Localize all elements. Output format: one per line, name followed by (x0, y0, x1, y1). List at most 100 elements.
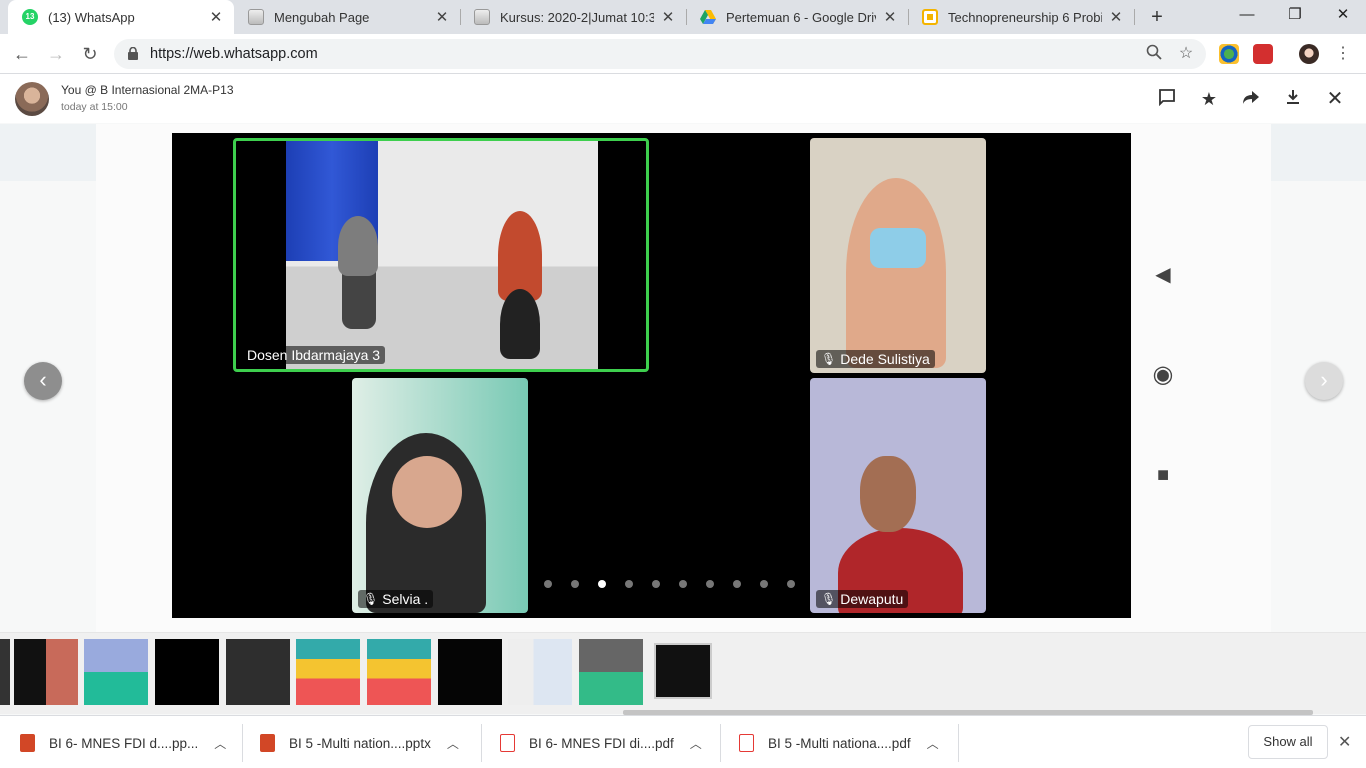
media-thumbnail[interactable] (0, 639, 10, 705)
download-filename: BI 6- MNES FDI d....pp... (49, 735, 199, 751)
media-thumbnail[interactable] (14, 639, 78, 705)
new-tab-button[interactable]: + (1145, 5, 1169, 29)
video-tile-selvia: 🎙 Selvia . (352, 378, 528, 613)
forward-button[interactable]: → (44, 42, 68, 66)
video-tile-dewaputu: 🎙 Dewaputu (810, 378, 986, 613)
star-icon[interactable]: ☆ (1176, 44, 1196, 64)
reload-button[interactable]: ↻ (78, 42, 102, 66)
back-button[interactable]: ← (10, 42, 34, 66)
forward-button[interactable] (1240, 88, 1262, 110)
close-tab-icon[interactable]: ✕ (1108, 8, 1124, 26)
page-dot (544, 580, 552, 588)
previous-media-button[interactable]: ‹ (24, 362, 62, 400)
extension-icon[interactable] (1219, 44, 1239, 64)
next-media-button[interactable]: › (1305, 362, 1343, 400)
download-item[interactable]: BI 5 -Multi nationa....pdf ︿ (739, 732, 939, 754)
whatsapp-icon: 13 (22, 9, 38, 25)
tab-whatsapp[interactable]: 13 (13) WhatsApp ✕ (8, 0, 234, 34)
close-tab-icon[interactable]: ✕ (208, 8, 224, 26)
media-thumbnail[interactable] (84, 639, 148, 705)
pdf-file-icon (500, 734, 515, 752)
profile-avatar[interactable] (1299, 44, 1319, 64)
download-shelf: BI 6- MNES FDI d....pp... ︿ BI 5 -Multi … (0, 715, 1366, 768)
media-image: Dosen Ibdarmajaya 3 🎙 Dede Sulistiya 🎙 S… (172, 133, 1131, 618)
back-triangle-icon: ◀ (1155, 264, 1171, 286)
close-shelf-icon[interactable]: ✕ (1338, 732, 1351, 752)
participant-face (392, 456, 462, 528)
download-icon (1287, 90, 1299, 104)
download-item[interactable]: BI 6- MNES FDI di....pdf ︿ (500, 732, 702, 754)
url-text: https://web.whatsapp.com (150, 46, 318, 62)
forward-icon (1243, 91, 1259, 104)
media-thumbnail[interactable] (367, 639, 431, 705)
menu-kebab-icon[interactable]: ⋮ (1331, 42, 1355, 66)
tab-title: (13) WhatsApp (48, 9, 135, 25)
download-item[interactable]: BI 6- MNES FDI d....pp... ︿ (20, 732, 226, 754)
media-thumbnail[interactable] (579, 639, 643, 705)
divider (958, 724, 959, 762)
page-dot (571, 580, 579, 588)
page-icon (474, 9, 490, 25)
address-bar[interactable]: https://web.whatsapp.com ☆ (114, 39, 1206, 69)
page-icon (248, 9, 264, 25)
google-drive-icon (700, 9, 716, 25)
minimize-button[interactable]: — (1224, 0, 1270, 30)
media-thumbnail[interactable] (296, 639, 360, 705)
home-circle-icon: ◉ (1152, 361, 1174, 388)
go-to-message-button[interactable] (1156, 88, 1178, 110)
page-dot (652, 580, 660, 588)
tab-title: Pertemuan 6 - Google Drive (726, 9, 876, 25)
page-indicator (544, 580, 795, 588)
pdf-extension-icon[interactable] (1253, 44, 1273, 64)
pptx-file-icon (20, 734, 35, 752)
media-thumbnail-selected[interactable] (654, 643, 712, 699)
tab-mengubah-page[interactable]: Mengubah Page ✕ (234, 0, 460, 34)
participant-label: 🎙 Dewaputu (816, 590, 909, 608)
pdf-file-icon (739, 734, 754, 752)
lecturer-trousers (500, 289, 540, 359)
participant-name: Dosen Ibdarmajaya 3 (247, 347, 381, 363)
close-tab-icon[interactable]: ✕ (660, 8, 676, 26)
page-dot (733, 580, 741, 588)
tab-technopreneurship[interactable]: Technopreneurship 6 Probis ✕ (908, 0, 1134, 34)
recents-square-icon: ■ (1156, 464, 1170, 486)
close-tab-icon[interactable]: ✕ (882, 8, 898, 26)
video-tile-dede: 🎙 Dede Sulistiya (810, 138, 986, 373)
chevron-up-icon[interactable]: ︿ (214, 735, 226, 752)
download-item[interactable]: BI 5 -Multi nation....pptx ︿ (260, 732, 459, 754)
tab-strip: 13 (13) WhatsApp ✕ Mengubah Page ✕ Kursu… (0, 0, 1366, 34)
download-button[interactable] (1282, 88, 1304, 110)
participant-face (860, 456, 916, 532)
close-window-button[interactable]: ✕ (1320, 0, 1366, 30)
chevron-up-icon[interactable]: ︿ (927, 735, 939, 752)
lecturer-figure (498, 211, 542, 301)
star-message-button[interactable]: ★ (1198, 88, 1220, 110)
participant-label: 🎙 Selvia . (358, 590, 434, 608)
muted-mic-icon: 🎙 (821, 592, 837, 606)
divider (720, 724, 721, 762)
zoom-icon[interactable] (1144, 44, 1164, 64)
participant-name: Dede Sulistiya (840, 351, 930, 367)
participant-hijab (846, 178, 946, 368)
classroom-scene (286, 141, 598, 369)
tab-google-drive[interactable]: Pertemuan 6 - Google Drive ✕ (686, 0, 908, 34)
chevron-up-icon[interactable]: ︿ (447, 735, 459, 752)
participant-label: Dosen Ibdarmajaya 3 (242, 346, 386, 364)
media-thumbnail[interactable] (226, 639, 290, 705)
page-dot (787, 580, 795, 588)
participant-name: Selvia . (382, 591, 429, 607)
show-all-button[interactable]: Show all (1248, 725, 1328, 759)
chevron-up-icon[interactable]: ︿ (690, 735, 702, 752)
message-icon (1159, 89, 1175, 107)
close-viewer-button[interactable]: ✕ (1324, 88, 1346, 110)
lock-icon (128, 47, 138, 60)
close-tab-icon[interactable]: ✕ (434, 8, 450, 26)
tab-kursus[interactable]: Kursus: 2020-2|Jumat 10:30- ✕ (460, 0, 686, 34)
toolbar: ← → ↻ https://web.whatsapp.com ☆ ⋮ (0, 34, 1366, 74)
media-thumbnail[interactable] (155, 639, 219, 705)
restore-button[interactable]: ❐ (1272, 0, 1318, 30)
page-dot (760, 580, 768, 588)
media-thumbnail[interactable] (508, 639, 572, 705)
pptx-file-icon (260, 734, 275, 752)
media-thumbnail[interactable] (438, 639, 502, 705)
